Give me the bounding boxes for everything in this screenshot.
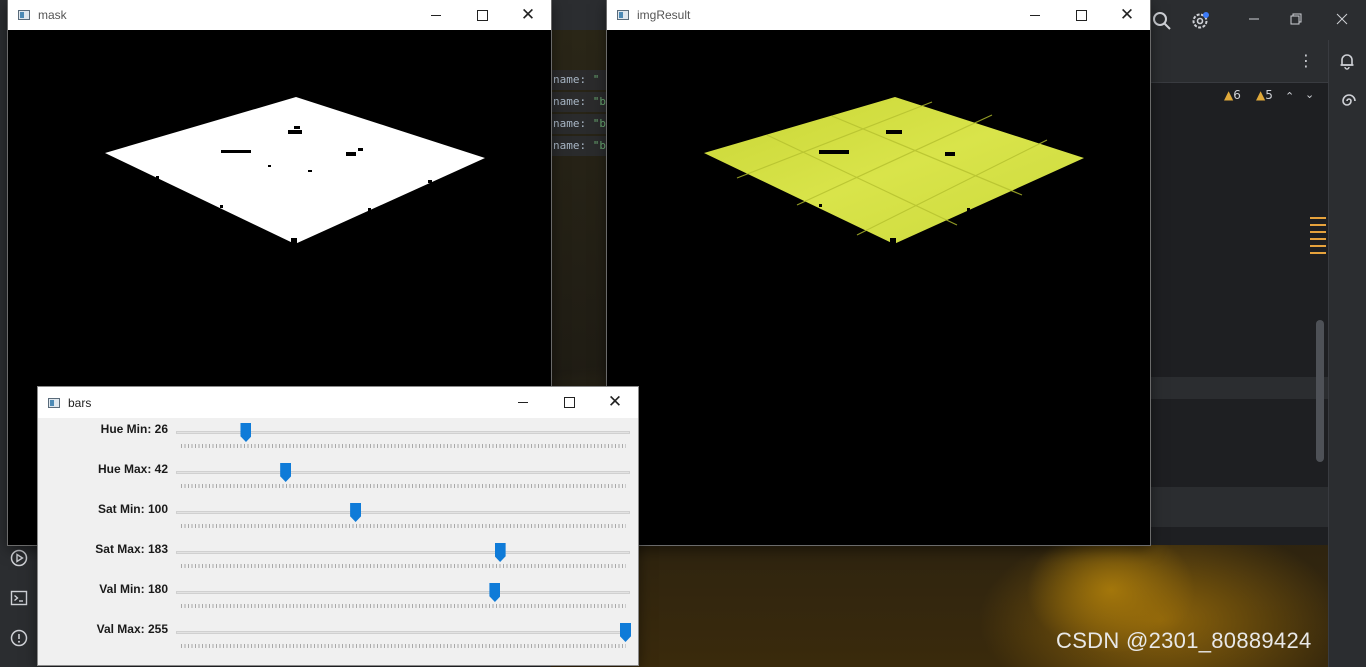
trackbar-sat-min: Sat Min: 100 xyxy=(38,500,638,540)
weak-warnings-indicator[interactable]: ▲5 xyxy=(1256,88,1273,102)
minimize-icon xyxy=(518,401,528,403)
weak-warnings-count: 5 xyxy=(1265,88,1273,102)
trackbar-thumb[interactable] xyxy=(240,423,252,442)
editor-tab-row: ⋮ xyxy=(1150,40,1328,83)
trackbar-track[interactable] xyxy=(176,511,630,514)
minimize-button[interactable] xyxy=(1012,0,1058,30)
trackbar-label: Sat Min: 100 xyxy=(97,502,168,516)
warnings-count: 6 xyxy=(1233,88,1241,102)
restore-icon[interactable] xyxy=(1288,11,1304,31)
warning-icon: ▲ xyxy=(1256,88,1266,102)
run-icon[interactable] xyxy=(10,549,28,571)
trackbar-label: Sat Max: 183 xyxy=(95,542,168,556)
close-icon[interactable] xyxy=(1334,11,1350,31)
bars-window-titlebar[interactable]: bars ✕ xyxy=(38,387,638,418)
window-app-icon xyxy=(18,10,30,20)
bell-icon[interactable] xyxy=(1338,52,1356,74)
maximize-button[interactable] xyxy=(459,0,505,30)
watermark: CSDN @2301_80889424 xyxy=(1056,628,1312,653)
left-tool-strip xyxy=(0,540,38,667)
maximize-icon xyxy=(1075,9,1087,21)
trackbar-ticks xyxy=(181,444,626,448)
maximize-button[interactable] xyxy=(1058,0,1104,30)
trackbar-label: Hue Min: 26 xyxy=(100,422,168,436)
close-icon: ✕ xyxy=(1119,5,1135,25)
result-image xyxy=(607,30,1150,545)
trackbar-val-min: Val Min: 180 xyxy=(38,580,638,620)
trackbar-ticks xyxy=(181,644,626,648)
minimize-button[interactable] xyxy=(413,0,459,30)
mask-window-titlebar[interactable]: mask ✕ xyxy=(8,0,551,30)
trackbar-val-max: Val Max: 255 xyxy=(38,620,638,660)
trackbar-hue-max: Hue Max: 42 xyxy=(38,460,638,500)
trackbar-thumb[interactable] xyxy=(280,463,292,482)
minimize-icon xyxy=(1030,14,1040,16)
close-icon: ✕ xyxy=(607,392,623,412)
error-stripe-markers[interactable] xyxy=(1310,217,1326,261)
window-title: mask xyxy=(38,8,67,22)
code-line: name: "b xyxy=(551,136,607,156)
code-line: name: " xyxy=(551,70,607,90)
ide-editor-panel: ⋮ xyxy=(1150,40,1328,545)
editor-scrollbar[interactable] xyxy=(1316,320,1324,462)
trackbar-sat-max: Sat Max: 183 xyxy=(38,540,638,580)
bars-window[interactable]: bars ✕ Hue Min: 26 Hue Max: 42 Sat Min: … xyxy=(38,387,638,665)
code-line: name: "b xyxy=(551,114,607,134)
code-line: name: "b xyxy=(551,92,607,112)
trackbar-track[interactable] xyxy=(176,591,630,594)
minimize-icon xyxy=(431,14,441,16)
trackbar-label: Val Min: 180 xyxy=(99,582,168,596)
trackbar-label: Val Max: 255 xyxy=(96,622,168,636)
window-app-icon xyxy=(617,10,629,20)
trackbar-thumb[interactable] xyxy=(489,583,501,602)
trackbar-thumb[interactable] xyxy=(494,543,506,562)
gear-icon[interactable] xyxy=(1190,11,1210,35)
trackbar-thumb[interactable] xyxy=(620,623,631,642)
trackbar-track[interactable] xyxy=(176,631,630,634)
window-title: bars xyxy=(68,395,92,410)
trackbar-ticks xyxy=(181,604,626,608)
chevron-down-icon[interactable]: ⌄ xyxy=(1305,86,1314,104)
window-title: imgResult xyxy=(637,8,691,22)
trackbar-track[interactable] xyxy=(176,471,630,474)
maximize-icon xyxy=(476,9,488,21)
warning-circle-icon[interactable] xyxy=(10,629,28,651)
maximize-icon xyxy=(563,396,575,408)
maximize-button[interactable] xyxy=(546,387,592,417)
minimize-icon[interactable] xyxy=(1246,11,1262,31)
kebab-icon[interactable]: ⋮ xyxy=(1298,52,1314,70)
minimize-button[interactable] xyxy=(500,387,546,417)
terminal-icon[interactable] xyxy=(10,589,28,611)
right-tool-strip xyxy=(1328,40,1366,667)
panel-row xyxy=(1150,377,1328,399)
close-icon: ✕ xyxy=(520,5,536,25)
close-button[interactable]: ✕ xyxy=(505,0,551,30)
trackbar-ticks xyxy=(181,524,626,528)
chevron-up-icon[interactable]: ⌃ xyxy=(1285,88,1294,106)
trackbar-hue-min: Hue Min: 26 xyxy=(38,420,638,460)
imgresult-window[interactable]: imgResult ✕ xyxy=(607,0,1150,545)
trackbar-ticks xyxy=(181,484,626,488)
trackbar-track[interactable] xyxy=(176,551,630,554)
trackbar-thumb[interactable] xyxy=(350,503,362,522)
close-button[interactable]: ✕ xyxy=(592,387,638,417)
panel-row xyxy=(1150,487,1328,527)
ide-title-bar xyxy=(1150,0,1366,40)
close-button[interactable]: ✕ xyxy=(1104,0,1150,30)
warnings-indicator[interactable]: ▲6 xyxy=(1224,88,1241,102)
trackbar-ticks xyxy=(181,564,626,568)
trackbar-label: Hue Max: 42 xyxy=(97,462,168,476)
window-app-icon xyxy=(48,397,60,408)
code-editor-fragment: name: " name: "b name: "b name: "b xyxy=(551,70,607,160)
warning-icon: ▲ xyxy=(1224,88,1234,102)
search-icon[interactable] xyxy=(1152,11,1172,35)
imgresult-window-titlebar[interactable]: imgResult ✕ xyxy=(607,0,1150,30)
spiral-icon[interactable] xyxy=(1338,92,1356,114)
